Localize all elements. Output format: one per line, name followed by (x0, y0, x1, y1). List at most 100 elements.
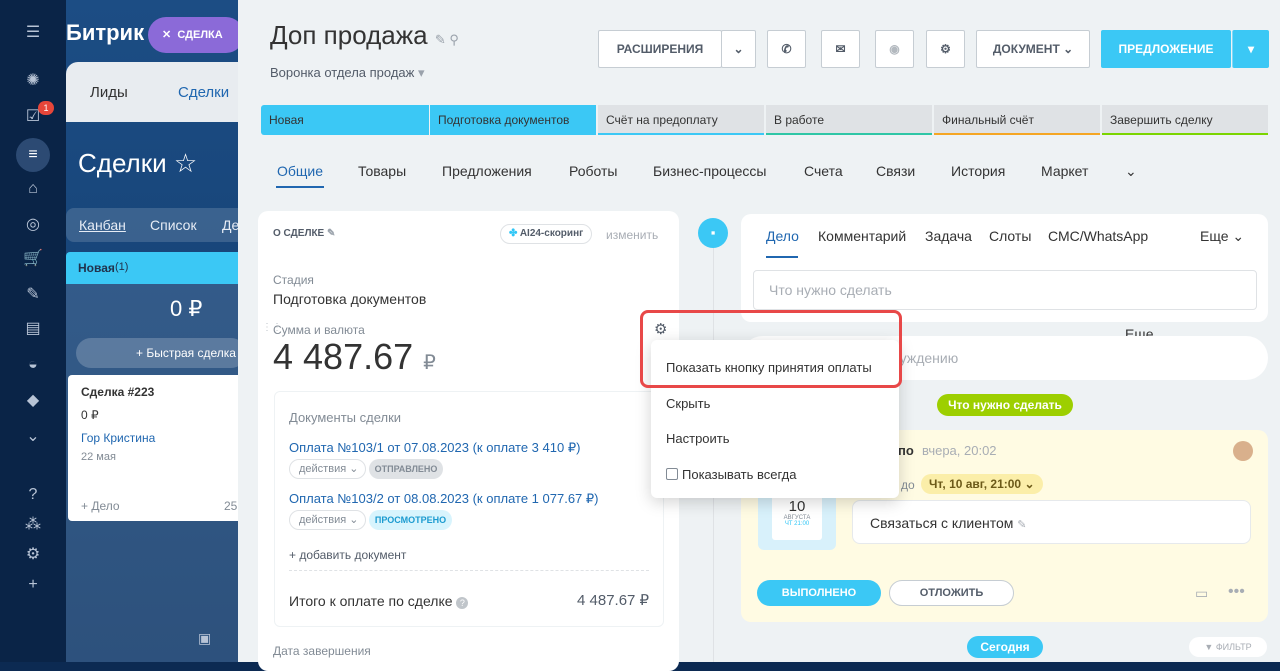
contacts-icon[interactable]: ▤ (22, 318, 44, 340)
document-button[interactable]: ДОКУМЕНТ ⌄ (976, 30, 1090, 68)
extensions-button[interactable]: РАСШИРЕНИЯ (598, 30, 722, 68)
ai-scoring-button[interactable]: ✤ AI24-скоринг (500, 224, 593, 244)
stage-new[interactable]: Новая (261, 105, 429, 135)
funnel-select[interactable]: Воронка отдела продаж ▾ (270, 65, 425, 81)
docs-title: Документы сделки (289, 410, 402, 425)
tab-links[interactable]: Связи (876, 163, 915, 179)
due-prefix: до (901, 478, 915, 492)
filter-button[interactable]: ▼ ФИЛЬТР (1189, 637, 1267, 657)
act-tab-comment[interactable]: Комментарий (818, 228, 906, 244)
quick-deal-button[interactable]: + Быстрая сделка (76, 338, 246, 368)
gear-icon[interactable]: ⚙ (926, 30, 965, 68)
printer-icon[interactable]: ▣ (198, 630, 211, 647)
tab-products[interactable]: Товары (358, 163, 406, 179)
task-text[interactable]: Связаться с клиентом ✎ (852, 500, 1251, 544)
stage-work[interactable]: В работе (766, 105, 932, 135)
phone-icon[interactable]: ✆ (767, 30, 806, 68)
about-title: О СДЕЛКЕ ✎ (273, 228, 336, 239)
target-icon[interactable]: ◎ (22, 214, 44, 236)
doc2-status: ПРОСМОТРЕНО (369, 510, 452, 530)
view-list[interactable]: Список (150, 217, 197, 233)
left-rail: ☰ ✺ ☑ 1 ≡ ⌂ ◎ 🛒 ✎ ▤ ◒ ◆ ⌄ ? ⁂ ⚙ + (0, 0, 66, 662)
todo-input[interactable]: Что нужно сделать (753, 270, 1257, 310)
bank-icon[interactable]: ⌂ (22, 178, 44, 200)
item-head: по (898, 443, 914, 458)
act-tab-sms[interactable]: СМС/WhatsApp (1048, 228, 1148, 244)
doc2-actions[interactable]: действия ⌄ (289, 510, 366, 530)
sum-value: 4 487.67 ₽ (273, 336, 436, 377)
due-date-chip[interactable]: Чт, 10 авг, 21:00 ⌄ (921, 474, 1043, 494)
act-tab-slots[interactable]: Слоты (989, 228, 1031, 244)
tab-leads[interactable]: Лиды (90, 84, 128, 101)
stage-value: Подготовка документов (273, 291, 427, 307)
stage-finish[interactable]: Завершить сделку (1102, 105, 1268, 135)
tab-history[interactable]: История (951, 163, 1005, 179)
sum-label: Сумма и валюта (273, 323, 365, 337)
today-badge: Сегодня (967, 636, 1043, 658)
tab-invoices[interactable]: Счета (804, 163, 843, 179)
chat-bubble-icon: ▪ (698, 218, 728, 248)
act-tab-more[interactable]: Еще ⌄ (1200, 228, 1244, 245)
tab-more[interactable]: Еще ⌄ (1125, 163, 1154, 342)
stage-prepay[interactable]: Счёт на предоплату (598, 105, 764, 135)
sign-icon[interactable]: ✎ (22, 284, 44, 306)
stage-docs[interactable]: Подготовка документов (430, 105, 596, 135)
todo-badge: Что нужно сделать (937, 394, 1073, 416)
kanban-column-head: Новая (1) (66, 252, 238, 284)
total-value: 4 487.67 ₽ (577, 592, 650, 609)
tab-bizproc[interactable]: Бизнес-процессы (653, 163, 766, 179)
postpone-button[interactable]: ОТЛОЖИТЬ (889, 580, 1014, 606)
chat-icon[interactable]: ◉ (875, 30, 914, 68)
deal-chip[interactable]: ✕ СДЕЛКА (148, 17, 244, 53)
done-button[interactable]: ВЫПОЛНЕНО (757, 580, 881, 606)
tab-offers[interactable]: Предложения (442, 163, 532, 179)
view-kanban[interactable]: Канбан (79, 217, 126, 233)
doc1-actions[interactable]: действия ⌄ (289, 459, 366, 479)
cart-icon[interactable]: 🛒 (22, 248, 44, 270)
mail-icon[interactable]: ✉ (821, 30, 860, 68)
menu-configure[interactable]: Настроить (666, 431, 730, 446)
note-icon[interactable]: ▭ (1195, 585, 1208, 602)
item-time: вчера, 20:02 (922, 443, 997, 458)
add-document-link[interactable]: + добавить документ (289, 548, 406, 562)
tab-general[interactable]: Общие (277, 163, 323, 179)
extensions-dropdown[interactable]: ⌄ (721, 30, 756, 68)
avatar (1233, 441, 1253, 461)
always-show-checkbox[interactable] (666, 468, 678, 480)
stage-label: Стадия (273, 273, 314, 287)
settings-icon[interactable]: ⚙ (22, 544, 44, 566)
box-icon[interactable]: ◆ (22, 390, 44, 412)
total-label: Итого к оплате по сделке ? (289, 593, 469, 609)
tab-deals[interactable]: Сделки (178, 84, 229, 101)
bot-icon[interactable]: ◒ (22, 354, 44, 376)
doc1-link[interactable]: Оплата №103/1 от 07.08.2023 (к оплате 3 … (289, 440, 580, 456)
stage-final[interactable]: Финальный счёт (934, 105, 1100, 135)
offer-dropdown[interactable]: ▾ (1232, 30, 1269, 68)
menu-hide[interactable]: Скрыть (666, 396, 710, 411)
more-dots-icon[interactable]: ••• (1228, 583, 1245, 601)
offer-button[interactable]: ПРЕДЛОЖЕНИЕ (1101, 30, 1231, 68)
add-icon[interactable]: + (22, 574, 44, 596)
feed-icon[interactable]: ✺ (22, 70, 44, 92)
act-tab-task[interactable]: Дело (766, 228, 799, 244)
change-link[interactable]: изменить (606, 228, 658, 242)
deal-card[interactable]: Сделка #223 0 ₽ Гор Кристина 22 мая + Де… (68, 375, 238, 521)
tasks-badge: 1 (38, 101, 54, 115)
end-date-label: Дата завершения (273, 644, 371, 658)
crm-icon[interactable]: ≡ (22, 144, 44, 166)
help-icon[interactable]: ? (22, 484, 44, 506)
doc1-status: ОТПРАВЛЕНО (369, 459, 443, 479)
page-title: Сделки ☆ (78, 148, 198, 178)
page-title: Доп продажа ✎ ⚲ (270, 20, 459, 50)
more-icon[interactable]: ⌄ (22, 426, 44, 448)
menu-always-show[interactable]: Показывать всегда (666, 467, 796, 482)
tab-market[interactable]: Маркет (1041, 163, 1088, 179)
brand-logo: Битрик (66, 20, 145, 45)
act-tab-todo[interactable]: Задача (925, 228, 972, 244)
doc2-link[interactable]: Оплата №103/2 от 08.08.2023 (к оплате 1 … (289, 491, 599, 507)
highlight-frame (640, 310, 902, 388)
menu-icon[interactable]: ☰ (22, 22, 44, 44)
view-other[interactable]: Де (222, 217, 239, 233)
tab-robots[interactable]: Роботы (569, 163, 617, 179)
structure-icon[interactable]: ⁂ (22, 514, 44, 536)
